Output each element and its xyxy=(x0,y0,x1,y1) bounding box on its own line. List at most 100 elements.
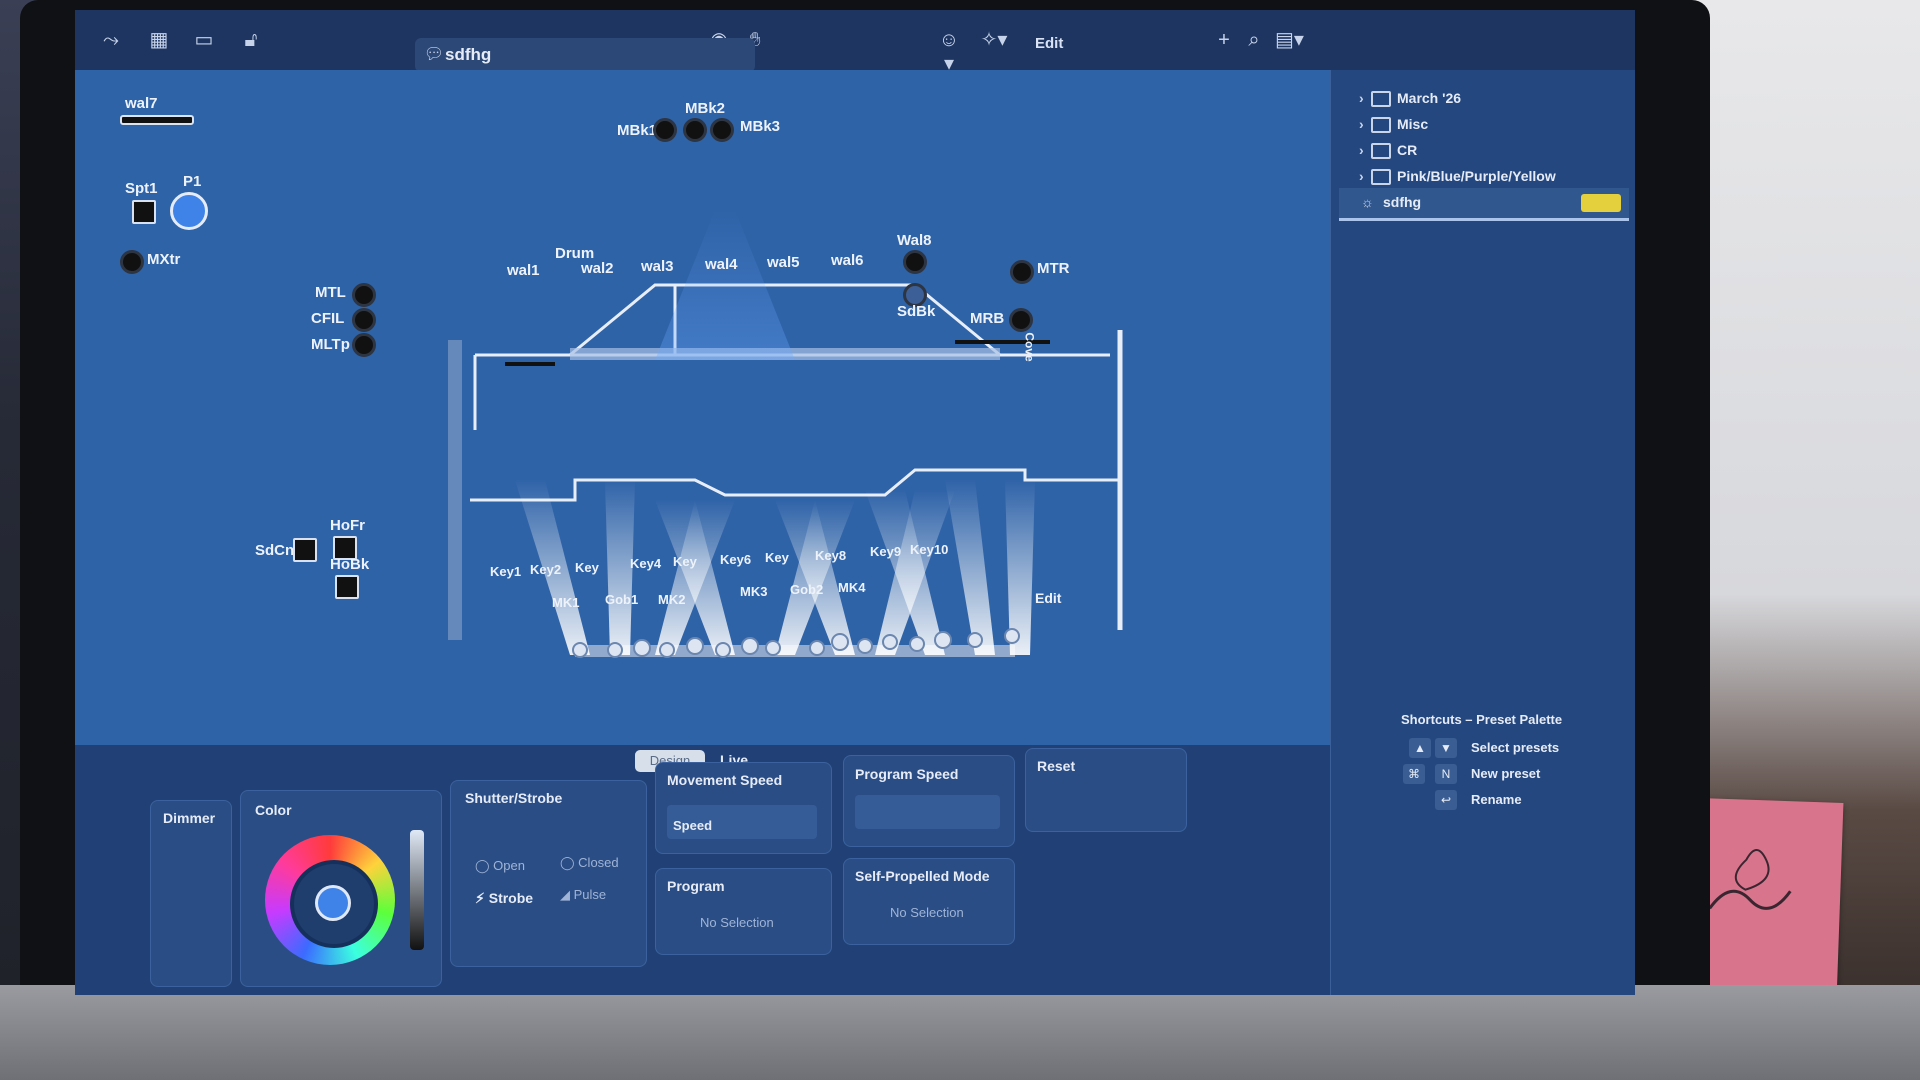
fixture-label-wal2: wal2 xyxy=(581,260,614,277)
grid-icon[interactable]: ▦ xyxy=(145,28,173,52)
strobe-label: Strobe xyxy=(488,890,534,906)
fixture-sdcn[interactable] xyxy=(293,538,317,562)
key-up: ▲ xyxy=(1409,738,1431,758)
shortcut-label-new: New preset xyxy=(1471,766,1541,781)
program-speed-slider[interactable] xyxy=(855,795,1000,829)
dimmer-title: Dimmer xyxy=(163,810,216,826)
folder-icon xyxy=(1371,117,1391,134)
laptop-base xyxy=(0,985,1920,1080)
fixture-label-key3: Key xyxy=(575,560,599,575)
fixture-mbk2[interactable] xyxy=(683,118,707,142)
fixture-label-cfil: CFIL xyxy=(311,310,345,327)
folder-label: Pink/Blue/Purple/Yellow xyxy=(1397,168,1556,184)
preset-color-badge xyxy=(1581,194,1621,212)
fixture-label-sdbk: SdBk xyxy=(897,303,936,320)
sun-icon: ☼ xyxy=(1361,194,1374,210)
fixture-wal8[interactable] xyxy=(903,250,927,274)
speed-label: Speed xyxy=(673,818,713,833)
fixture-mtr[interactable] xyxy=(1010,260,1034,284)
folder-icon xyxy=(1371,169,1391,186)
fixture-label-mxtr: MXtr xyxy=(147,251,181,268)
fixture-label-wal7: wal7 xyxy=(125,95,158,112)
layout-icon[interactable]: ▤▾ xyxy=(1275,28,1304,52)
tools-icon[interactable]: ✧▾ xyxy=(980,28,1008,52)
fixture-label-hobk: HoBk xyxy=(330,556,370,573)
self-propelled-value: No Selection xyxy=(890,905,964,920)
shutter-title: Shutter/Strobe xyxy=(465,790,563,806)
fixture-spt1[interactable] xyxy=(132,200,156,224)
fixture-mltp[interactable] xyxy=(352,333,376,357)
fixture-label-mbk2: MBk2 xyxy=(685,100,726,117)
fixture-label-wal3: wal3 xyxy=(641,258,674,275)
movement-speed-title: Movement Speed xyxy=(667,772,783,788)
chevron-right-icon: › xyxy=(1359,142,1364,158)
stage-drawing xyxy=(448,210,1123,658)
radio-closed-label: Closed xyxy=(578,855,619,870)
fixture-mbk3[interactable] xyxy=(710,118,734,142)
chevron-right-icon: › xyxy=(1359,90,1364,106)
color-picker-handle[interactable] xyxy=(315,885,351,921)
fixture-label-spt1: Spt1 xyxy=(125,180,158,197)
preset-name: sdfhg xyxy=(445,45,492,64)
search-icon[interactable]: ⌕ xyxy=(1240,28,1268,52)
fixture-label-key8: Key8 xyxy=(815,548,847,563)
fixture-mbk1[interactable] xyxy=(653,118,677,142)
radio-open[interactable]: ◯ Open xyxy=(475,858,525,874)
app-window: ⤳ ▦ ▭ 🔓︎ ◉ ✋︎ ☺▾ ✧▾ + ⌕ ▤▾ 💬︎ sdfhg Edit xyxy=(75,10,1635,995)
program-value: No Selection xyxy=(700,915,774,930)
folder-icon xyxy=(1371,143,1391,160)
self-propelled-title: Self-Propelled Mode xyxy=(855,868,990,884)
shortcut-label-select: Select presets xyxy=(1471,740,1560,755)
fixture-label-wal4: wal4 xyxy=(705,256,738,273)
chat-bubble-icon: 💬︎ xyxy=(423,46,445,63)
shortcut-label-rename: Rename xyxy=(1471,792,1522,807)
fixture-label-key6: Key6 xyxy=(720,552,752,567)
fixture-label-key7: Key xyxy=(765,550,789,565)
fixture-mxtr[interactable] xyxy=(120,250,144,274)
fixture-wal7-bar[interactable] xyxy=(120,115,194,125)
preset-label: sdfhg xyxy=(1383,194,1422,210)
unlock-icon[interactable]: 🔓︎ xyxy=(237,28,265,52)
brightness-slider[interactable] xyxy=(410,830,424,950)
key-down: ▼ xyxy=(1435,738,1457,758)
fixture-label-mltp: MLTp xyxy=(311,336,350,353)
fixture-label-wal5: wal5 xyxy=(767,254,800,271)
dimmer-panel[interactable] xyxy=(150,800,232,987)
folder-icon xyxy=(1371,91,1391,108)
folder-item-pink[interactable]: › Pink/Blue/Purple/Yellow xyxy=(1359,168,1556,186)
fixture-mtl[interactable] xyxy=(352,283,376,307)
stage-canvas[interactable]: wal7 Spt1 P1 MXtr MBk1 MBk2 MBk3 Drum wa… xyxy=(75,70,1330,745)
fixture-label-key2: Key2 xyxy=(530,562,562,577)
fixture-label-wal1: wal1 xyxy=(507,262,540,279)
fixture-label-key5: Key xyxy=(673,554,697,569)
fixture-p1[interactable] xyxy=(170,192,208,230)
chevron-right-icon: › xyxy=(1359,168,1364,184)
folder-item-misc[interactable]: › Misc xyxy=(1359,116,1429,134)
fixture-mrb[interactable] xyxy=(1009,308,1033,332)
face-icon[interactable]: ☺▾ xyxy=(935,28,963,75)
folder-item-march[interactable]: › March '26 xyxy=(1359,90,1462,108)
rounded-rect-icon[interactable]: ▭ xyxy=(190,28,218,52)
toolbar: ⤳ ▦ ▭ 🔓︎ ◉ ✋︎ ☺▾ ✧▾ + ⌕ ▤▾ xyxy=(75,10,1635,75)
folder-label: CR xyxy=(1397,142,1418,158)
radio-open-label: Open xyxy=(493,858,525,873)
strobe-option[interactable]: ⚡︎ Strobe xyxy=(475,890,533,907)
pulse-option[interactable]: ◢ Pulse xyxy=(560,887,606,903)
edit-button[interactable]: Edit xyxy=(1035,35,1063,52)
plus-icon[interactable]: + xyxy=(1210,28,1238,52)
folder-item-cr[interactable]: › CR xyxy=(1359,142,1418,160)
fixture-label-p1: P1 xyxy=(183,173,202,190)
fixture-label-mk3: MK3 xyxy=(740,584,768,599)
fixture-label-key1: Key1 xyxy=(490,564,522,579)
fixture-label-wal6: wal6 xyxy=(831,252,864,269)
shortcuts-title: Shortcuts – Preset Palette xyxy=(1401,712,1563,727)
folder-label: Misc xyxy=(1397,116,1429,132)
radio-closed[interactable]: ◯ Closed xyxy=(560,855,619,871)
fixture-cfil[interactable] xyxy=(352,308,376,332)
canvas-edit-button[interactable]: Edit xyxy=(1035,590,1061,606)
fixture-label-cove: Cove xyxy=(1022,332,1037,362)
route-icon[interactable]: ⤳ xyxy=(97,28,125,52)
folder-label: March '26 xyxy=(1397,90,1462,106)
fixture-hobk[interactable] xyxy=(335,575,359,599)
reset-title: Reset xyxy=(1037,758,1076,774)
